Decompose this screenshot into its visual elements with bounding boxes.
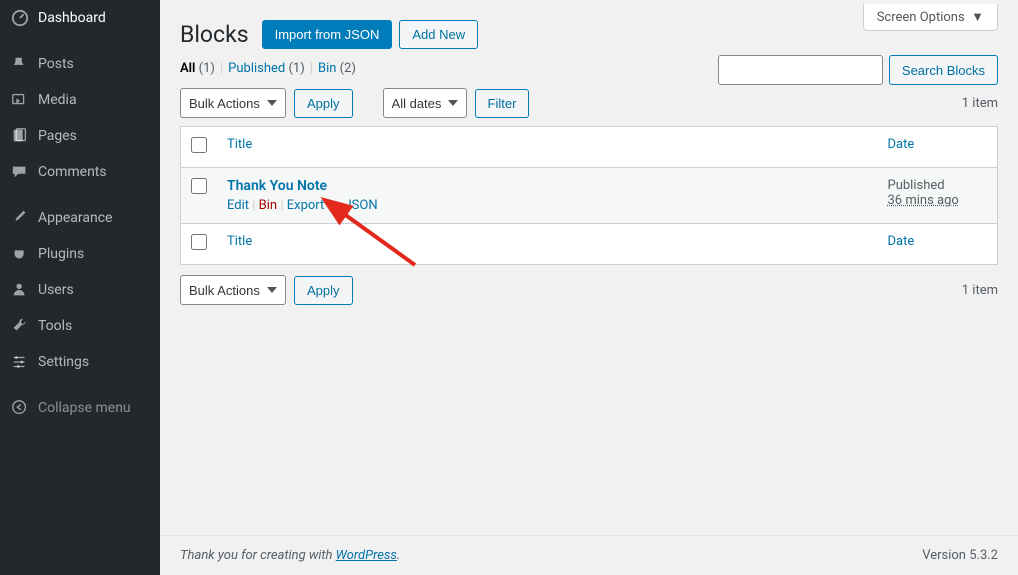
sidebar-label: Users (38, 282, 74, 298)
block-title-link[interactable]: Thank You Note (227, 178, 327, 194)
admin-sidebar: Dashboard Posts Media Pages Comments App… (0, 0, 160, 575)
plug-icon (10, 244, 30, 264)
row-action-edit[interactable]: Edit (227, 198, 249, 213)
wordpress-link[interactable]: WordPress (336, 548, 397, 563)
sidebar-item-comments[interactable]: Comments (0, 154, 160, 190)
search-input[interactable] (718, 55, 883, 85)
sidebar-label: Posts (38, 56, 74, 72)
row-action-export-json[interactable]: Export as JSON (287, 198, 378, 213)
apply-top-button[interactable]: Apply (294, 89, 353, 118)
column-date-sort-bottom[interactable]: Date (888, 234, 915, 249)
row-time: 36 mins ago (888, 193, 988, 208)
filter-published-link[interactable]: Published (1) (228, 61, 305, 76)
main-content: Blocks Import from JSON Add New All (1) … (160, 0, 1018, 575)
column-title-sort[interactable]: Title (227, 137, 252, 152)
column-date-sort[interactable]: Date (888, 137, 915, 152)
filter-button[interactable]: Filter (475, 89, 530, 118)
sidebar-item-users[interactable]: Users (0, 272, 160, 308)
sidebar-label: Collapse menu (38, 400, 131, 416)
sidebar-label: Pages (38, 128, 77, 144)
sidebar-label: Media (38, 92, 77, 108)
search-button[interactable]: Search Blocks (889, 55, 998, 85)
select-all-bottom-checkbox[interactable] (191, 234, 207, 250)
bulk-actions-bottom-select[interactable]: Bulk Actions (180, 275, 286, 305)
date-filter-select[interactable]: All dates (383, 88, 467, 118)
page-icon (10, 126, 30, 146)
collapse-icon (10, 398, 30, 418)
footer-version: Version 5.3.2 (922, 548, 998, 563)
brush-icon (10, 208, 30, 228)
row-action-bin[interactable]: Bin (259, 198, 277, 213)
comment-icon (10, 162, 30, 182)
user-icon (10, 280, 30, 300)
sidebar-label: Tools (38, 318, 72, 334)
row-select-checkbox[interactable] (191, 178, 207, 194)
import-json-button[interactable]: Import from JSON (262, 20, 393, 49)
media-icon (10, 90, 30, 110)
items-count-top: 1 item (962, 96, 998, 111)
bulk-actions-top-select[interactable]: Bulk Actions (180, 88, 286, 118)
row-actions: Edit | Bin | Export as JSON (227, 198, 868, 213)
sidebar-label: Appearance (38, 210, 112, 226)
row-status: Published (888, 178, 988, 193)
pin-icon (10, 54, 30, 74)
filter-bin-link[interactable]: Bin (2) (318, 61, 356, 76)
sidebar-item-collapse[interactable]: Collapse menu (0, 390, 160, 426)
add-new-button[interactable]: Add New (399, 20, 478, 49)
sidebar-item-media[interactable]: Media (0, 82, 160, 118)
sidebar-item-pages[interactable]: Pages (0, 118, 160, 154)
blocks-table: Title Date Thank You Note Edit | Bin | E… (180, 126, 998, 265)
sidebar-label: Plugins (38, 246, 84, 262)
wrench-icon (10, 316, 30, 336)
dashboard-icon (10, 8, 30, 28)
sidebar-item-posts[interactable]: Posts (0, 46, 160, 82)
admin-footer: Thank you for creating with WordPress. V… (160, 535, 1018, 575)
filter-all-link[interactable]: All (1) (180, 61, 215, 76)
page-title: Blocks (180, 21, 249, 48)
sidebar-label: Comments (38, 164, 107, 180)
sidebar-item-tools[interactable]: Tools (0, 308, 160, 344)
sidebar-label: Dashboard (38, 10, 106, 26)
sliders-icon (10, 352, 30, 372)
sidebar-label: Settings (38, 354, 89, 370)
apply-bottom-button[interactable]: Apply (294, 276, 353, 305)
sidebar-item-settings[interactable]: Settings (0, 344, 160, 380)
table-row: Thank You Note Edit | Bin | Export as JS… (181, 168, 998, 224)
sidebar-item-appearance[interactable]: Appearance (0, 200, 160, 236)
footer-credit: Thank you for creating with WordPress. (180, 548, 400, 563)
items-count-bottom: 1 item (962, 283, 998, 298)
select-all-top-checkbox[interactable] (191, 137, 207, 153)
sidebar-item-dashboard[interactable]: Dashboard (0, 0, 160, 36)
column-title-sort-bottom[interactable]: Title (227, 234, 252, 249)
sidebar-item-plugins[interactable]: Plugins (0, 236, 160, 272)
